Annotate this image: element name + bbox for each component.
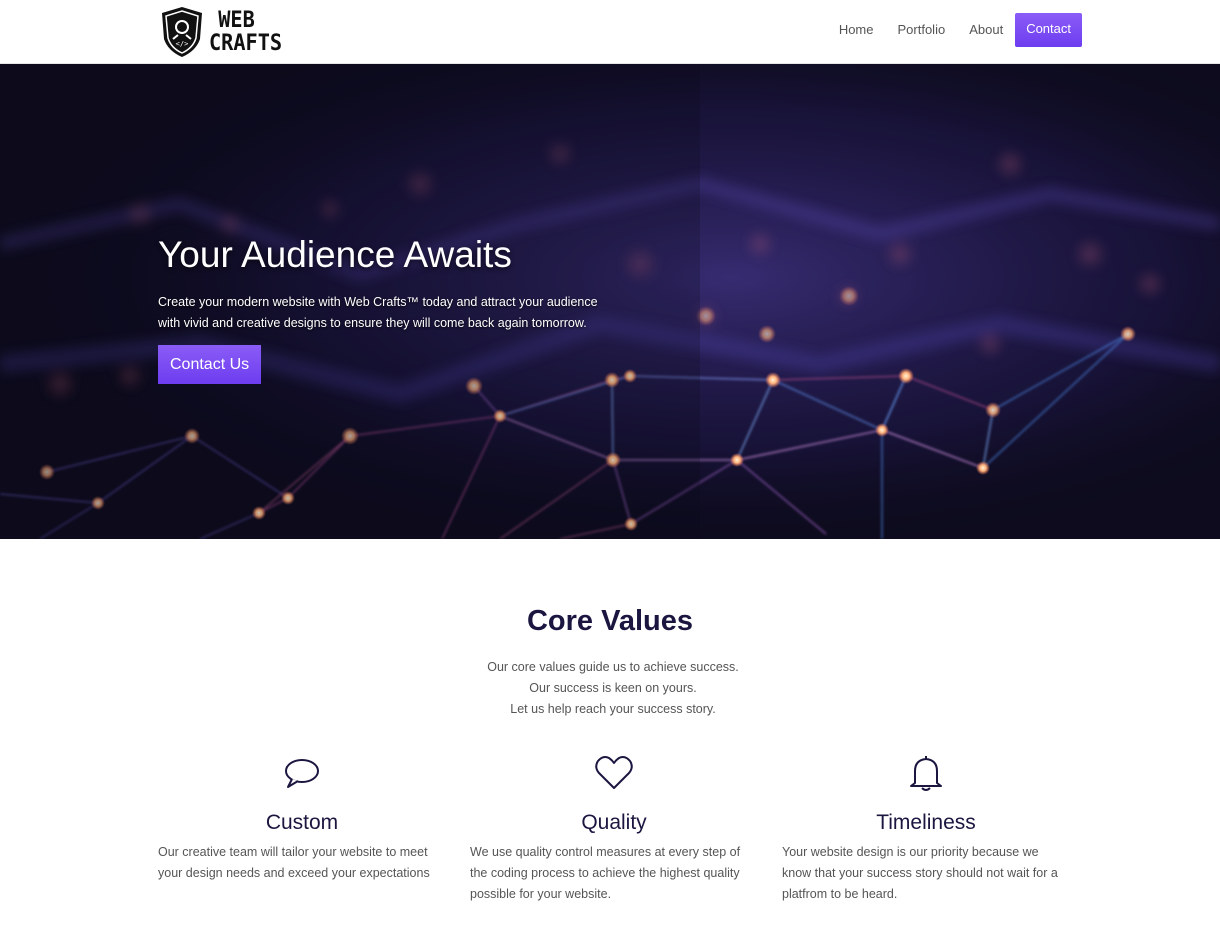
contact-us-button[interactable]: Contact Us [158,345,262,384]
hero-content: Your Audience Awaits Create your modern … [158,234,598,384]
nav-home[interactable]: Home [839,13,874,47]
hero-title: Your Audience Awaits [158,234,512,275]
core-values-line: Our core values guide us to achieve succ… [487,660,739,674]
value-title: Quality [581,811,647,834]
core-values-section: Core Values Our core values guide us to … [0,539,1220,930]
hero-subtitle: Create your modern website with Web Craf… [158,295,598,330]
logo[interactable]: </> WEB CRAFTS [158,5,288,59]
shield-crest-icon: </> [162,7,202,57]
value-text: Your website design is our priority beca… [782,845,1058,901]
core-values-title: Core Values [526,605,694,637]
brand-line-1: WEB [218,8,255,33]
svg-text:</>: </> [176,40,189,48]
core-values-line: Our success is keen on yours. [529,681,697,695]
nav-portfolio[interactable]: Portfolio [898,13,946,47]
main-nav: Home Portfolio About Contact [815,13,1082,47]
core-values-columns: Custom Our creative team will tailor you… [158,753,1070,905]
brand-line-2: CRAFTS [209,31,283,56]
core-values-line: Let us help reach your success story. [510,702,716,716]
value-card-timeliness: Timeliness Your website design is our pr… [782,753,1070,905]
value-card-custom: Custom Our creative team will tailor you… [158,753,446,905]
value-text: We use quality control measures at every… [470,845,741,901]
value-text: Our creative team will tailor your websi… [158,845,430,880]
speech-bubble-icon [285,759,319,788]
navbar: </> WEB CRAFTS Home Portfolio About Cont… [0,0,1220,64]
nav-contact-button[interactable]: Contact [1015,13,1082,47]
brand-name: WEB CRAFTS [209,9,282,55]
value-title: Timeliness [876,811,976,834]
heart-icon [595,756,633,789]
nav-about[interactable]: About [969,13,1003,47]
core-values-description: Our core values guide us to achieve succ… [0,657,1220,720]
hero-section: Your Audience Awaits Create your modern … [0,64,1220,539]
value-card-quality: Quality We use quality control measures … [470,753,758,905]
value-title: Custom [265,811,339,834]
bell-icon [910,756,942,791]
